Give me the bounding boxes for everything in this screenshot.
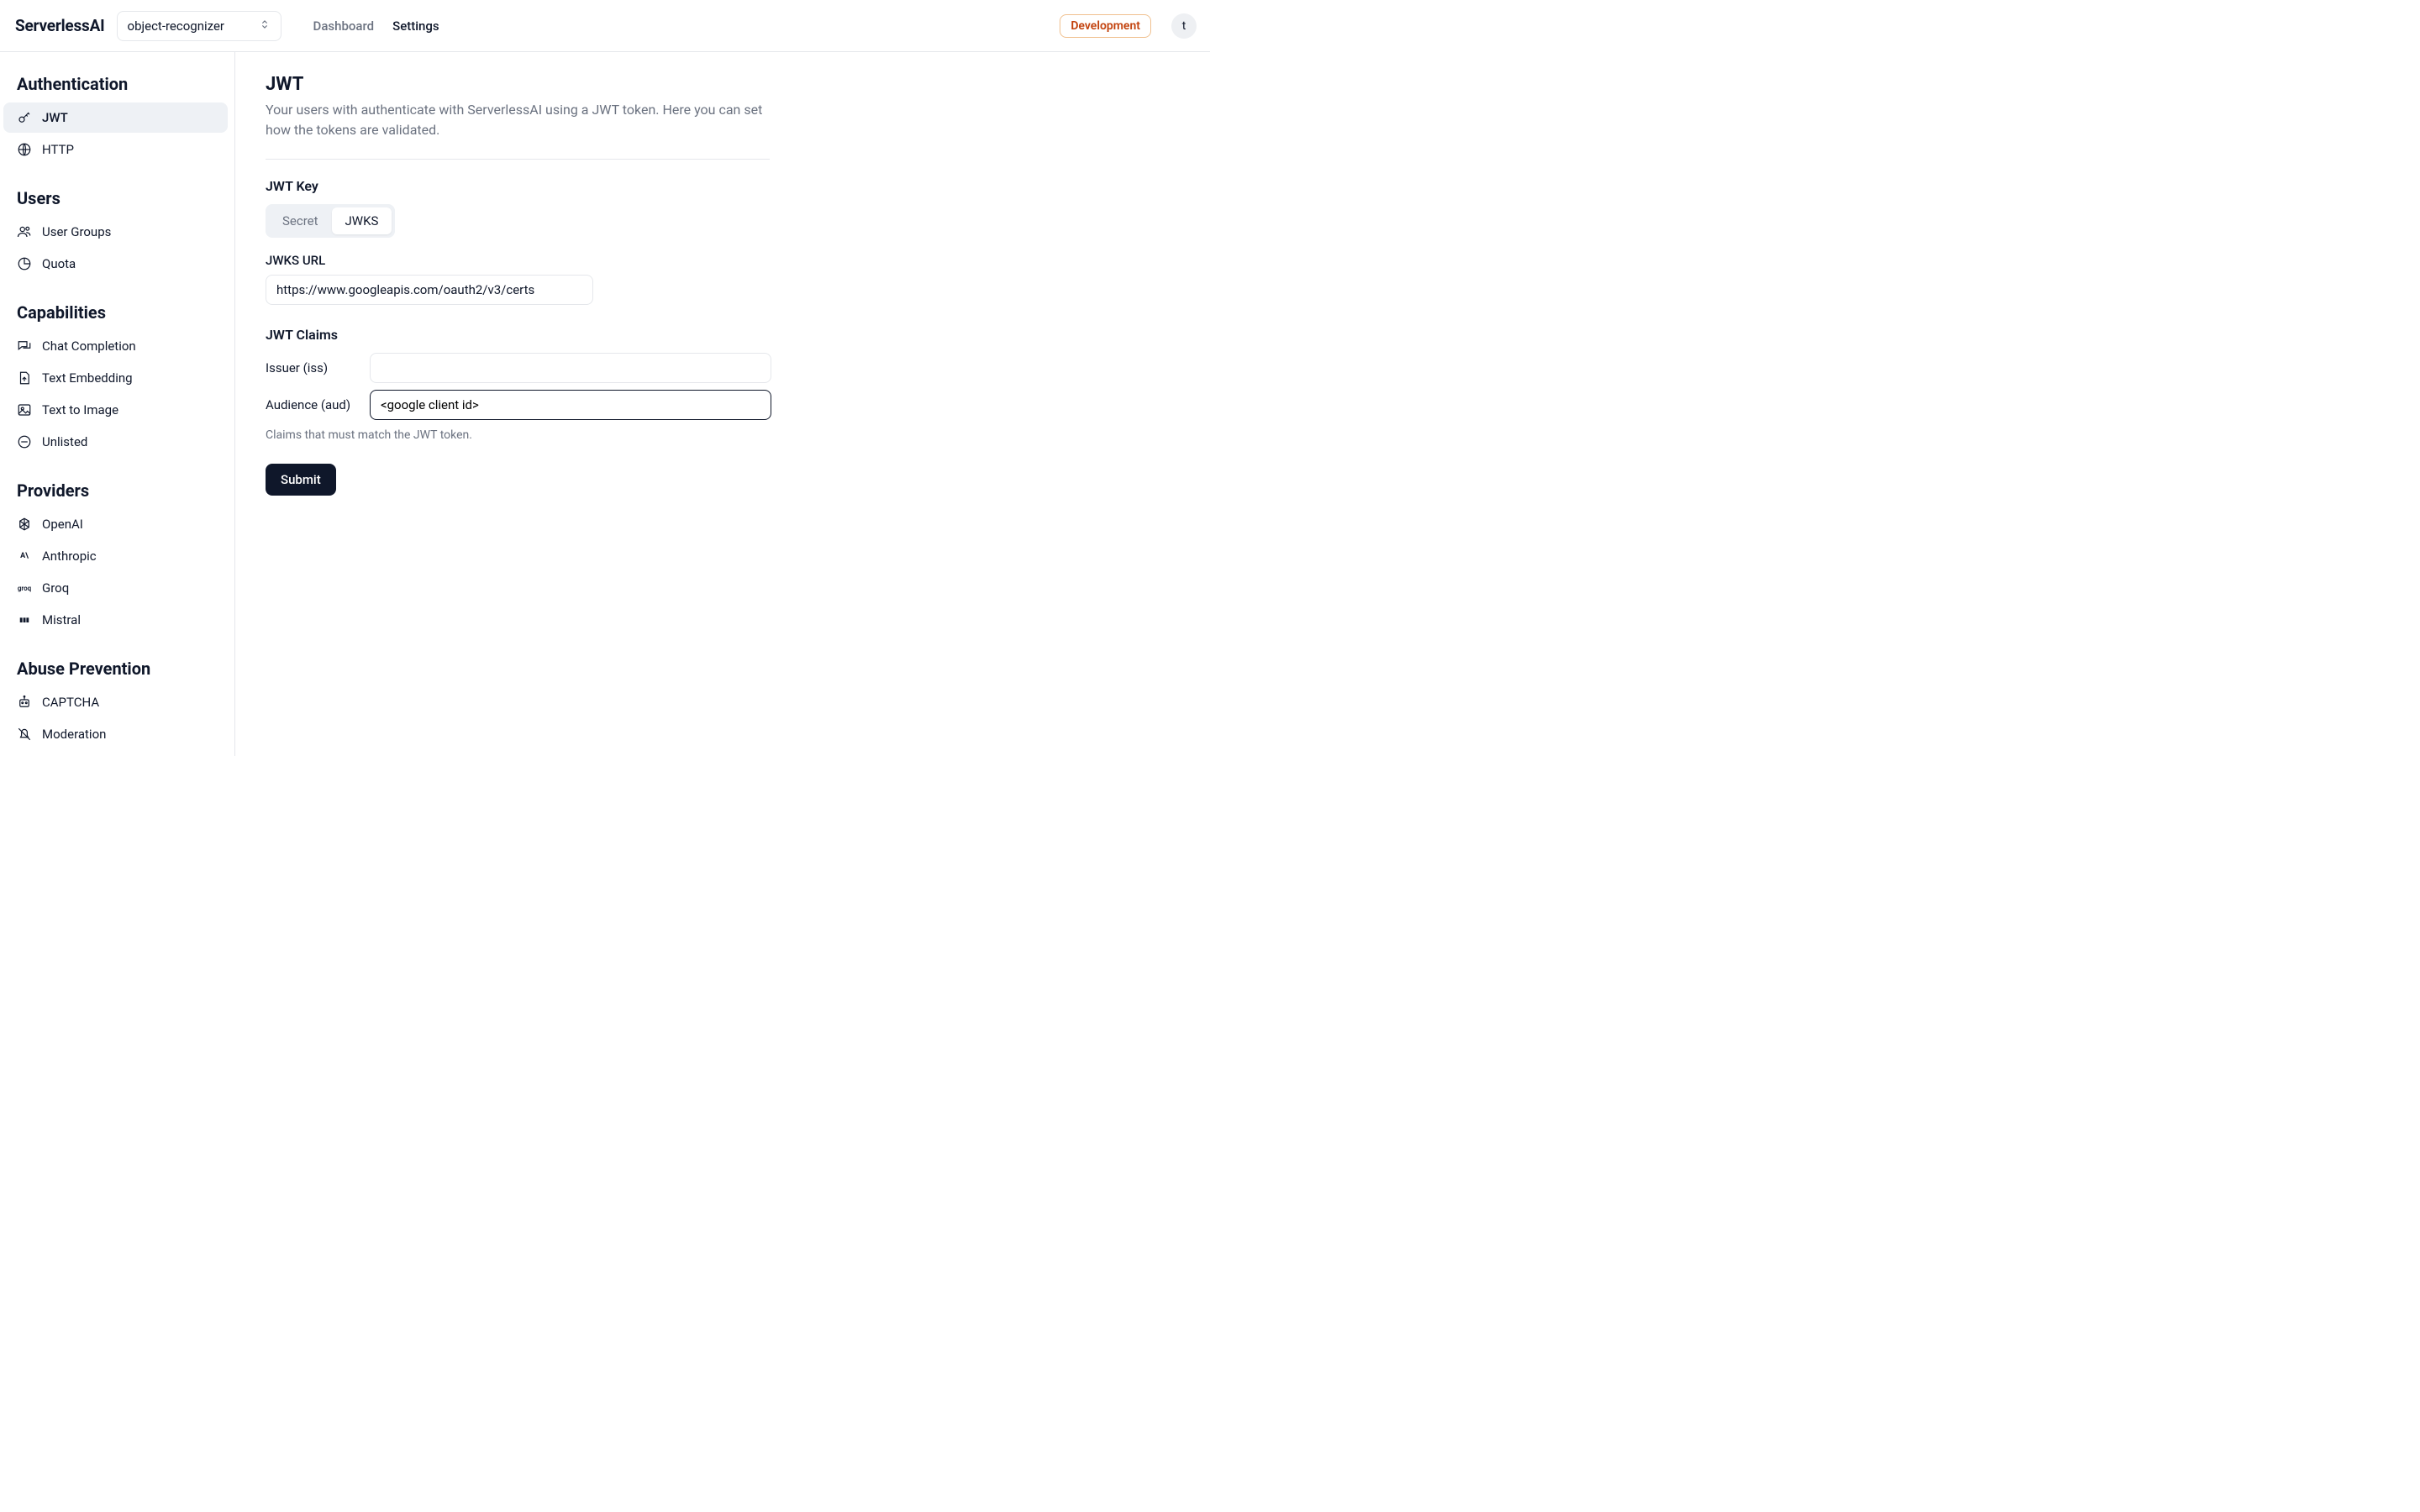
submit-button[interactable]: Submit <box>266 464 336 496</box>
openai-icon <box>17 517 32 532</box>
sidebar-item-user-groups[interactable]: User Groups <box>3 217 228 247</box>
project-selector[interactable]: object-recognizer <box>117 11 281 41</box>
nav-settings[interactable]: Settings <box>392 18 439 34</box>
issuer-label: Issuer (iss) <box>266 360 356 375</box>
claim-row-issuer: Issuer (iss) <box>266 353 1180 383</box>
file-arrow-icon <box>17 370 32 386</box>
sidebar-item-label: CAPTCHA <box>42 695 99 710</box>
sidebar-item-chat-completion[interactable]: Chat Completion <box>3 331 228 361</box>
claim-row-audience: Audience (aud) <box>266 390 1180 420</box>
minus-circle-icon <box>17 434 32 449</box>
key-icon <box>17 110 32 125</box>
sidebar: Authentication JWT HTTP Users User Group… <box>0 52 235 756</box>
sidebar-item-label: Anthropic <box>42 549 97 564</box>
image-icon <box>17 402 32 417</box>
jwt-key-heading: JWT Key <box>266 178 1180 194</box>
audience-label: Audience (aud) <box>266 397 356 412</box>
claims-hint: Claims that must match the JWT token. <box>266 428 1180 442</box>
sidebar-item-label: Moderation <box>42 727 106 742</box>
sidebar-section-providers: Providers <box>3 474 228 507</box>
page-description: Your users with authenticate with Server… <box>266 100 770 140</box>
sidebar-item-label: OpenAI <box>42 517 83 532</box>
avatar[interactable]: t <box>1171 13 1197 39</box>
sidebar-section-capabilities: Capabilities <box>3 296 228 329</box>
environment-badge[interactable]: Development <box>1060 14 1151 38</box>
bell-off-icon <box>17 727 32 742</box>
sidebar-item-label: Mistral <box>42 612 81 627</box>
sidebar-item-label: User Groups <box>42 224 111 239</box>
pie-chart-icon <box>17 256 32 271</box>
sidebar-item-label: Text Embedding <box>42 370 133 386</box>
sidebar-item-groq[interactable]: groq Groq <box>3 573 228 603</box>
sidebar-item-label: Text to Image <box>42 402 118 417</box>
sidebar-item-moderation[interactable]: Moderation <box>3 719 228 749</box>
sidebar-item-text-embedding[interactable]: Text Embedding <box>3 363 228 393</box>
sidebar-item-text-to-image[interactable]: Text to Image <box>3 395 228 425</box>
jwt-claims-heading: JWT Claims <box>266 327 1180 343</box>
sidebar-item-label: Unlisted <box>42 434 87 449</box>
tab-secret[interactable]: Secret <box>269 207 332 234</box>
globe-icon <box>17 142 32 157</box>
anthropic-icon: A\ <box>17 549 32 564</box>
mistral-icon: ▮▮▮ <box>17 612 32 627</box>
sidebar-item-http[interactable]: HTTP <box>3 134 228 165</box>
chevron-up-down-icon <box>259 18 271 34</box>
bot-icon <box>17 695 32 710</box>
issuer-input[interactable] <box>370 353 771 383</box>
sidebar-item-label: JWT <box>42 110 68 125</box>
nav-dashboard[interactable]: Dashboard <box>313 18 375 34</box>
sidebar-section-abuse-prevention: Abuse Prevention <box>3 652 228 685</box>
divider <box>266 159 770 160</box>
sidebar-item-label: Quota <box>42 256 76 271</box>
tab-jwks[interactable]: JWKS <box>332 207 392 234</box>
page-title: JWT <box>266 74 1180 95</box>
sidebar-item-captcha[interactable]: CAPTCHA <box>3 687 228 717</box>
sidebar-item-openai[interactable]: OpenAI <box>3 509 228 539</box>
header: ServerlessAI object-recognizer Dashboard… <box>0 0 1210 52</box>
sidebar-item-unlisted[interactable]: Unlisted <box>3 427 228 457</box>
sidebar-item-quota[interactable]: Quota <box>3 249 228 279</box>
main-content: JWT Your users with authenticate with Se… <box>235 52 1210 756</box>
sidebar-section-authentication: Authentication <box>3 67 228 101</box>
groq-icon: groq <box>17 580 32 596</box>
project-selector-value: object-recognizer <box>128 18 224 34</box>
sidebar-item-label: Chat Completion <box>42 339 136 354</box>
users-icon <box>17 224 32 239</box>
jwt-key-tabs: Secret JWKS <box>266 204 395 238</box>
sidebar-item-mistral[interactable]: ▮▮▮ Mistral <box>3 605 228 635</box>
sidebar-item-jwt[interactable]: JWT <box>3 102 228 133</box>
sidebar-item-label: Groq <box>42 580 69 596</box>
audience-input[interactable] <box>370 390 771 420</box>
sidebar-section-users: Users <box>3 181 228 215</box>
chat-icon <box>17 339 32 354</box>
sidebar-item-label: HTTP <box>42 142 74 157</box>
jwks-url-input[interactable] <box>266 275 593 305</box>
top-nav: Dashboard Settings <box>313 18 439 34</box>
brand-logo: ServerlessAI <box>15 16 105 35</box>
jwks-url-label: JWKS URL <box>266 253 1180 268</box>
sidebar-item-anthropic[interactable]: A\ Anthropic <box>3 541 228 571</box>
